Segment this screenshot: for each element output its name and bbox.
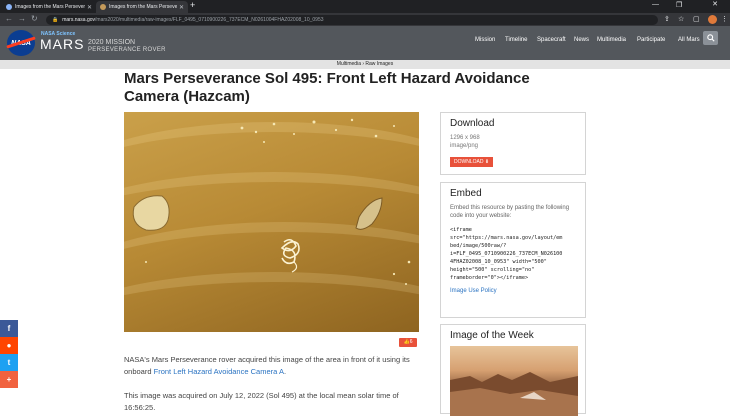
iotw-thumbnail[interactable]: [450, 346, 578, 416]
page-title: Mars Perseverance Sol 495: Front Left Ha…: [124, 70, 530, 105]
image-dimensions: 1296 x 968: [450, 135, 480, 141]
download-card: Download 1296 x 968 image/png DOWNLOAD ⬇: [440, 112, 586, 175]
embed-card: Embed Embed this resource by pasting the…: [440, 182, 586, 318]
raw-image[interactable]: [124, 112, 419, 332]
iotw-landscape: [450, 372, 578, 416]
twitter-share-button[interactable]: t: [0, 354, 18, 371]
browser-menu-icon[interactable]: ⋮: [721, 15, 728, 23]
image-format: image/png: [450, 143, 479, 149]
reload-icon[interactable]: ↻: [31, 14, 38, 23]
reddit-icon: ●: [6, 341, 12, 350]
bookmark-star-icon[interactable]: ☆: [678, 15, 684, 23]
browser-tab-2[interactable]: Images from the Mars Perseverance ✕: [96, 1, 188, 13]
camera-link[interactable]: Front Left Hazard Avoidance Camera A: [154, 367, 284, 376]
download-button[interactable]: DOWNLOAD ⬇: [450, 157, 494, 167]
new-tab-button[interactable]: +: [190, 0, 195, 10]
nav-mission[interactable]: Mission: [475, 37, 495, 43]
iotw-heading: Image of the Week: [450, 330, 534, 341]
more-share-icon: +: [6, 375, 12, 384]
tab-close-icon[interactable]: ✕: [87, 4, 92, 11]
tab-title: Images from the Mars Perseverance: [109, 4, 177, 10]
more-share-button[interactable]: +: [0, 371, 18, 388]
lock-icon: 🔒: [52, 17, 59, 23]
nav-multimedia[interactable]: Multimedia: [597, 37, 626, 43]
download-button-label: DOWNLOAD: [454, 159, 484, 165]
reddit-share-button[interactable]: ●: [0, 337, 18, 354]
window-close-icon[interactable]: ✕: [700, 0, 730, 12]
nav-all-mars[interactable]: All Mars: [678, 37, 700, 43]
mission-line-1: 2020 MISSION: [88, 39, 136, 46]
description-text-end: .: [283, 367, 287, 376]
nav-timeline[interactable]: Timeline: [505, 37, 527, 43]
image-use-policy-link[interactable]: Image Use Policy: [450, 288, 576, 294]
tab-favicon-icon: [100, 4, 106, 10]
site-search-button[interactable]: [703, 31, 718, 45]
tab-close-icon[interactable]: ✕: [179, 4, 184, 11]
tab-favicon-icon: [6, 4, 12, 10]
embed-heading: Embed: [450, 188, 482, 199]
search-icon: [706, 34, 715, 42]
nav-spacecraft[interactable]: Spacecraft: [537, 37, 566, 43]
like-count: 6: [409, 339, 413, 345]
mars-wordmark[interactable]: MARS: [40, 36, 84, 52]
tab-title: Images from the Mars Perseverance: [15, 4, 85, 10]
facebook-icon: f: [7, 324, 11, 333]
mission-line-2: PERSEVERANCE ROVER: [88, 47, 166, 53]
description-paragraph: NASA's Mars Perseverance rover acquired …: [124, 354, 424, 378]
browser-tab-1[interactable]: Images from the Mars Perseverance ✕: [2, 1, 96, 13]
extensions-icon[interactable]: ▢: [693, 15, 700, 23]
address-bar[interactable]: 🔒 mars.nasa.gov/mars2020/multimedia/raw-…: [46, 15, 658, 25]
facebook-share-button[interactable]: f: [0, 320, 18, 337]
embed-description: Embed this resource by pasting the follo…: [450, 205, 570, 219]
download-heading: Download: [450, 118, 495, 129]
breadcrumb[interactable]: Multimedia › Raw Images: [0, 60, 730, 69]
url-domain: mars.nasa.gov: [62, 17, 96, 23]
acquisition-paragraph: This image was acquired on July 12, 2022…: [124, 391, 399, 412]
url-path: /mars2020/multimedia/raw-images/FLF_0495…: [95, 17, 324, 23]
minimize-icon[interactable]: —: [652, 1, 659, 8]
image-of-the-week-card: Image of the Week: [440, 324, 586, 416]
maximize-icon[interactable]: ❐: [676, 1, 682, 9]
profile-avatar[interactable]: [708, 15, 717, 24]
back-icon[interactable]: ←: [5, 14, 13, 23]
embed-code[interactable]: <iframe src="https://mars.nasa.gov/layou…: [450, 226, 576, 282]
twitter-icon: t: [7, 358, 11, 367]
share-page-icon[interactable]: ⇪: [664, 15, 670, 23]
browser-tab-bar: Images from the Mars Perseverance ✕ Imag…: [0, 0, 730, 13]
rover-debris-scene: [132, 118, 411, 285]
site-header: NASA NASA Science MARS 2020 MISSION PERS…: [0, 26, 730, 60]
browser-toolbar: ← → ↻ 🔒 mars.nasa.gov/mars2020/multimedi…: [0, 13, 730, 26]
nav-news[interactable]: News: [574, 37, 589, 43]
image-like-counter[interactable]: 👍6: [399, 338, 417, 347]
forward-icon[interactable]: →: [18, 14, 26, 23]
nav-participate[interactable]: Participate: [637, 37, 665, 43]
download-arrow-icon: ⬇: [484, 159, 490, 165]
